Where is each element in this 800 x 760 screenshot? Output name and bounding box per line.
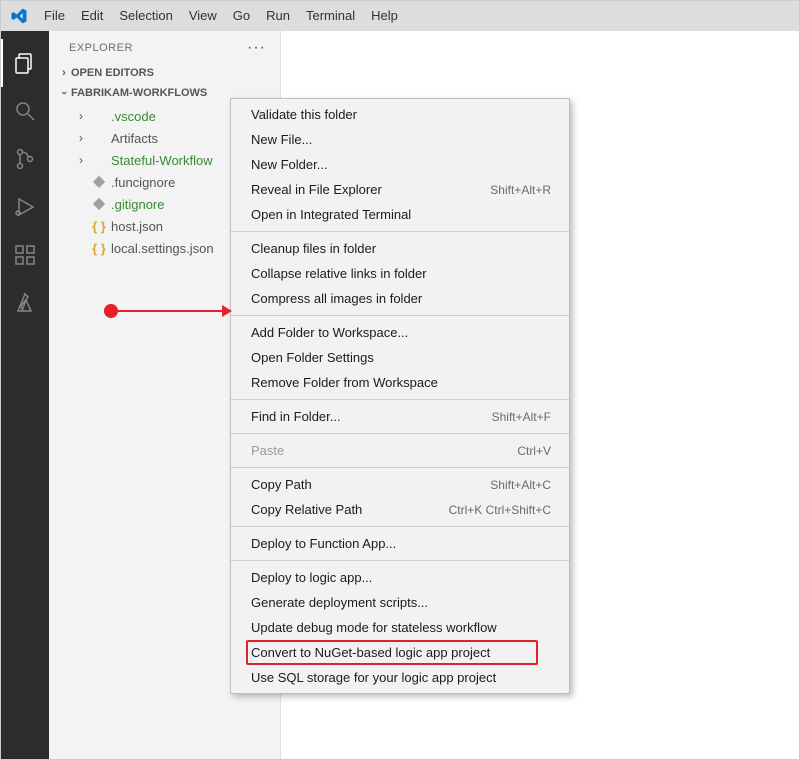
tree-item-label: Artifacts bbox=[111, 131, 158, 146]
sidebar-more-icon[interactable]: ··· bbox=[247, 39, 266, 57]
context-menu-item[interactable]: Collapse relative links in folder bbox=[231, 261, 569, 286]
chevron-right-icon: › bbox=[75, 109, 87, 123]
explorer-icon[interactable] bbox=[1, 39, 49, 87]
context-menu-label: Find in Folder... bbox=[251, 409, 341, 424]
context-menu-label: Open Folder Settings bbox=[251, 350, 374, 365]
context-menu-item[interactable]: Copy Relative Path Ctrl+K Ctrl+Shift+C bbox=[231, 497, 569, 522]
json-icon: { } bbox=[91, 241, 107, 256]
context-menu-label: Deploy to logic app... bbox=[251, 570, 372, 585]
vscode-logo-icon bbox=[1, 7, 36, 25]
menu-selection[interactable]: Selection bbox=[111, 1, 180, 31]
context-menu-label: Convert to NuGet-based logic app project bbox=[251, 645, 490, 660]
context-menu-label: Open in Integrated Terminal bbox=[251, 207, 411, 222]
context-menu-separator bbox=[231, 467, 569, 468]
context-menu-label: Deploy to Function App... bbox=[251, 536, 396, 551]
context-menu-label: Validate this folder bbox=[251, 107, 357, 122]
tree-item-label: .gitignore bbox=[111, 197, 164, 212]
context-menu-label: Cleanup files in folder bbox=[251, 241, 376, 256]
context-menu-label: Collapse relative links in folder bbox=[251, 266, 427, 281]
context-menu-label: Remove Folder from Workspace bbox=[251, 375, 438, 390]
context-menu-shortcut: Shift+Alt+R bbox=[490, 183, 551, 197]
menu-view[interactable]: View bbox=[181, 1, 225, 31]
activity-bar bbox=[1, 31, 49, 759]
menu-run[interactable]: Run bbox=[258, 1, 298, 31]
context-menu-label: New File... bbox=[251, 132, 312, 147]
context-menu-item[interactable]: Find in Folder... Shift+Alt+F bbox=[231, 404, 569, 429]
menu-bar: FileEditSelectionViewGoRunTerminalHelp bbox=[1, 1, 799, 31]
context-menu-separator bbox=[231, 560, 569, 561]
context-menu-label: Compress all images in folder bbox=[251, 291, 422, 306]
context-menu: Validate this folder New File... New Folde… bbox=[230, 98, 570, 694]
menu-help[interactable]: Help bbox=[363, 1, 406, 31]
chevron-right-icon: › bbox=[57, 67, 71, 79]
context-menu-shortcut: Ctrl+K Ctrl+Shift+C bbox=[449, 503, 551, 517]
context-menu-shortcut: Shift+Alt+F bbox=[492, 410, 551, 424]
context-menu-shortcut: Ctrl+V bbox=[517, 444, 551, 458]
context-menu-separator bbox=[231, 526, 569, 527]
json-icon: { } bbox=[91, 219, 107, 234]
context-menu-label: Reveal in File Explorer bbox=[251, 182, 382, 197]
context-menu-item[interactable]: Reveal in File Explorer Shift+Alt+R bbox=[231, 177, 569, 202]
context-menu-item[interactable]: Open Folder Settings bbox=[231, 345, 569, 370]
extensions-icon[interactable] bbox=[1, 231, 49, 279]
context-menu-item[interactable]: New Folder... bbox=[231, 152, 569, 177]
context-menu-label: Paste bbox=[251, 443, 284, 458]
context-menu-item[interactable]: Add Folder to Workspace... bbox=[231, 320, 569, 345]
context-menu-separator bbox=[231, 315, 569, 316]
menu-file[interactable]: File bbox=[36, 1, 73, 31]
context-menu-item: Paste Ctrl+V bbox=[231, 438, 569, 463]
context-menu-label: Update debug mode for stateless workflow bbox=[251, 620, 497, 635]
tree-item-label: local.settings.json bbox=[111, 241, 214, 256]
context-menu-item[interactable]: New File... bbox=[231, 127, 569, 152]
context-menu-item[interactable]: Cleanup files in folder bbox=[231, 236, 569, 261]
tree-item-label: host.json bbox=[111, 219, 163, 234]
context-menu-label: Generate deployment scripts... bbox=[251, 595, 428, 610]
context-menu-separator bbox=[231, 433, 569, 434]
tree-item-label: Stateful-Workflow bbox=[111, 153, 213, 168]
menu-edit[interactable]: Edit bbox=[73, 1, 111, 31]
context-menu-item[interactable]: Remove Folder from Workspace bbox=[231, 370, 569, 395]
context-menu-separator bbox=[231, 231, 569, 232]
chevron-right-icon: › bbox=[75, 131, 87, 145]
azure-icon[interactable] bbox=[1, 279, 49, 327]
context-menu-item[interactable]: Copy Path Shift+Alt+C bbox=[231, 472, 569, 497]
context-menu-item[interactable]: Generate deployment scripts... bbox=[231, 590, 569, 615]
open-editors-section[interactable]: › OPEN EDITORS bbox=[49, 63, 280, 83]
context-menu-label: New Folder... bbox=[251, 157, 328, 172]
context-menu-item[interactable]: Deploy to logic app... bbox=[231, 565, 569, 590]
context-menu-item[interactable]: Deploy to Function App... bbox=[231, 531, 569, 556]
menu-terminal[interactable]: Terminal bbox=[298, 1, 363, 31]
workspace-label: FABRIKAM-WORKFLOWS bbox=[71, 87, 207, 99]
source-control-icon[interactable] bbox=[1, 135, 49, 183]
context-menu-label: Copy Relative Path bbox=[251, 502, 362, 517]
context-menu-item[interactable]: Use SQL storage for your logic app proje… bbox=[231, 665, 569, 690]
run-debug-icon[interactable] bbox=[1, 183, 49, 231]
open-editors-label: OPEN EDITORS bbox=[71, 67, 154, 79]
context-menu-item[interactable]: Validate this folder bbox=[231, 102, 569, 127]
context-menu-label: Copy Path bbox=[251, 477, 312, 492]
sidebar-title: EXPLORER bbox=[69, 42, 133, 54]
context-menu-item[interactable]: Convert to NuGet-based logic app project bbox=[231, 640, 569, 665]
context-menu-item[interactable]: Compress all images in folder bbox=[231, 286, 569, 311]
context-menu-label: Add Folder to Workspace... bbox=[251, 325, 408, 340]
chevron-down-icon: › bbox=[58, 86, 70, 100]
context-menu-label: Use SQL storage for your logic app proje… bbox=[251, 670, 496, 685]
context-menu-separator bbox=[231, 399, 569, 400]
tree-item-label: .funcignore bbox=[111, 175, 175, 190]
context-menu-shortcut: Shift+Alt+C bbox=[490, 478, 551, 492]
context-menu-item[interactable]: Update debug mode for stateless workflow bbox=[231, 615, 569, 640]
chevron-right-icon: › bbox=[75, 153, 87, 167]
tree-item-label: .vscode bbox=[111, 109, 156, 124]
menu-go[interactable]: Go bbox=[225, 1, 258, 31]
search-icon[interactable] bbox=[1, 87, 49, 135]
context-menu-item[interactable]: Open in Integrated Terminal bbox=[231, 202, 569, 227]
